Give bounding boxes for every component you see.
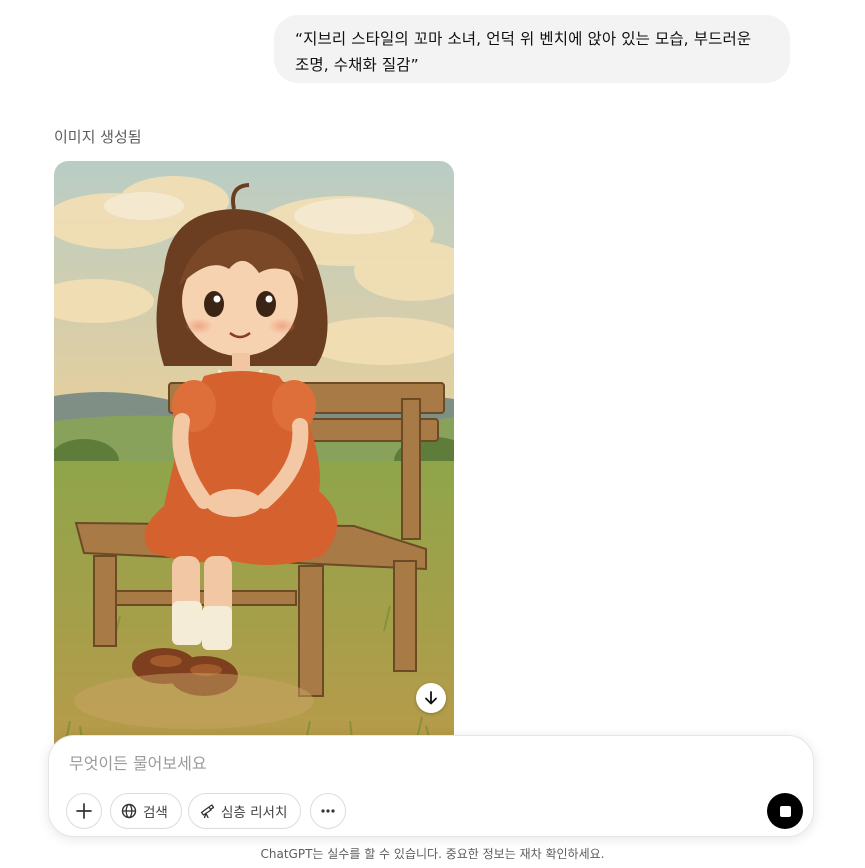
telescope-icon (199, 803, 215, 819)
globe-icon (121, 803, 137, 819)
ellipsis-icon (321, 809, 335, 813)
user-message-text: “지브리 스타일의 꼬마 소녀, 언덕 위 벤치에 앉아 있는 모습, 부드러운… (295, 30, 752, 74)
image-generated-label: 이미지 생성됨 (54, 128, 142, 146)
deep-research-button[interactable]: 심층 리서치 (188, 793, 302, 829)
disclaimer-text: ChatGPT는 실수를 할 수 있습니다. 중요한 정보는 재차 확인하세요. (260, 847, 605, 861)
stop-icon (779, 805, 791, 817)
more-tools-button[interactable] (310, 793, 346, 829)
generated-illustration (54, 161, 454, 761)
message-input[interactable] (69, 750, 769, 776)
message-composer: 검색 심층 리서치 (48, 735, 814, 837)
chat-page: “지브리 스타일의 꼬마 소녀, 언덕 위 벤치에 앉아 있는 모습, 부드러운… (0, 0, 865, 868)
stop-generating-button[interactable] (767, 793, 803, 829)
search-button-label: 검색 (143, 805, 168, 821)
deep-research-button-label: 심층 리서치 (221, 805, 288, 821)
user-message-bubble: “지브리 스타일의 꼬마 소녀, 언덕 위 벤치에 앉아 있는 모습, 부드러운… (274, 15, 790, 83)
generated-image[interactable] (54, 161, 454, 761)
search-button[interactable]: 검색 (110, 793, 182, 829)
add-attachment-button[interactable] (66, 793, 102, 829)
arrow-down-icon (425, 691, 437, 705)
plus-icon (76, 803, 92, 819)
download-image-button[interactable] (416, 683, 446, 713)
